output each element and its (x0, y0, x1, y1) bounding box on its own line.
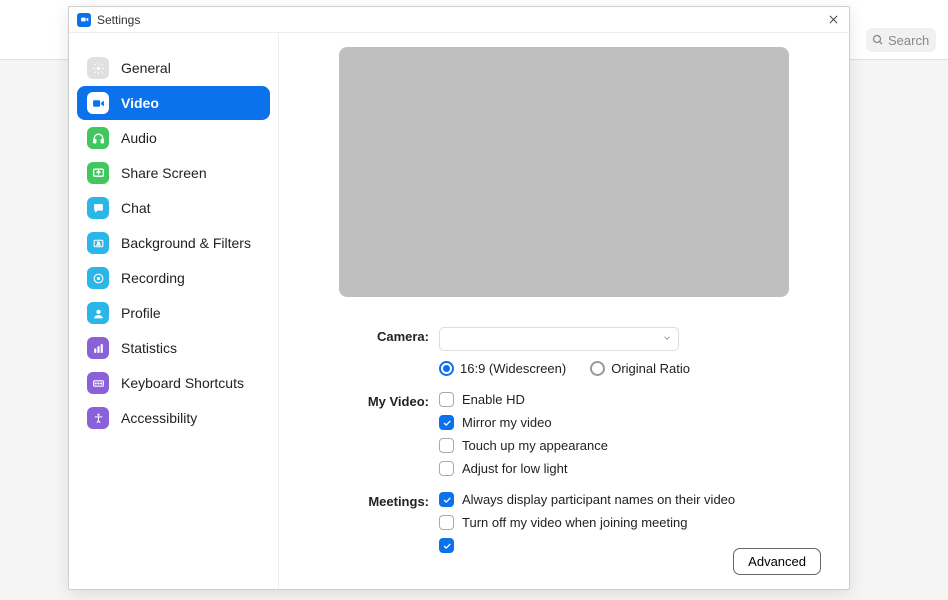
checkbox-label: Always display participant names on thei… (462, 492, 735, 507)
gear-icon (87, 57, 109, 79)
checkbox-mirror[interactable]: Mirror my video (439, 415, 821, 430)
sidebar-item-label: General (121, 60, 171, 76)
sidebar-item-label: Background & Filters (121, 235, 251, 251)
sidebar-item-label: Chat (121, 200, 151, 216)
radio-original[interactable]: Original Ratio (590, 361, 690, 376)
close-icon (828, 14, 839, 25)
sidebar-item-chat[interactable]: Chat (77, 191, 270, 225)
checkbox-icon (439, 538, 454, 553)
chevron-down-icon (662, 330, 672, 348)
checkbox-icon (439, 492, 454, 507)
content-pane: Camera: 16:9 (Widescreen) (279, 33, 849, 589)
sidebar-item-share-screen[interactable]: Share Screen (77, 156, 270, 190)
sidebar-item-label: Video (121, 95, 159, 111)
radio-label: 16:9 (Widescreen) (460, 361, 566, 376)
settings-sidebar: General Video Audio Share Screen (69, 33, 279, 589)
search-placeholder: Search (888, 33, 929, 48)
radio-label: Original Ratio (611, 361, 690, 376)
checkbox-icon (439, 461, 454, 476)
content-scroll[interactable]: Camera: 16:9 (Widescreen) (279, 33, 849, 589)
sidebar-item-label: Share Screen (121, 165, 207, 181)
radio-icon (590, 361, 605, 376)
sidebar-item-video[interactable]: Video (77, 86, 270, 120)
advanced-button[interactable]: Advanced (733, 548, 821, 575)
video-icon (87, 92, 109, 114)
share-screen-icon (87, 162, 109, 184)
radio-icon (439, 361, 454, 376)
sidebar-item-statistics[interactable]: Statistics (77, 331, 270, 365)
checkbox-touch-up[interactable]: Touch up my appearance (439, 438, 821, 453)
checkbox-enable-hd[interactable]: Enable HD (439, 392, 821, 407)
checkbox-label: Touch up my appearance (462, 438, 608, 453)
recording-icon (87, 267, 109, 289)
sidebar-item-keyboard-shortcuts[interactable]: Keyboard Shortcuts (77, 366, 270, 400)
checkbox-icon (439, 392, 454, 407)
profile-icon (87, 302, 109, 324)
statistics-icon (87, 337, 109, 359)
sidebar-item-label: Audio (121, 130, 157, 146)
checkbox-label: Adjust for low light (462, 461, 568, 476)
close-button[interactable] (825, 12, 841, 28)
chat-icon (87, 197, 109, 219)
sidebar-item-label: Recording (121, 270, 185, 286)
zoom-logo-icon (77, 13, 91, 27)
checkbox-icon (439, 438, 454, 453)
my-video-label: My Video: (307, 392, 439, 484)
camera-label: Camera: (307, 327, 439, 384)
sidebar-item-accessibility[interactable]: Accessibility (77, 401, 270, 435)
sidebar-item-recording[interactable]: Recording (77, 261, 270, 295)
camera-select[interactable] (439, 327, 679, 351)
radio-widescreen[interactable]: 16:9 (Widescreen) (439, 361, 566, 376)
search-icon (872, 34, 884, 46)
checkbox-low-light[interactable]: Adjust for low light (439, 461, 821, 476)
background-icon (87, 232, 109, 254)
checkbox-label: Turn off my video when joining meeting (462, 515, 687, 530)
sidebar-item-label: Accessibility (121, 410, 197, 426)
headphones-icon (87, 127, 109, 149)
checkbox-icon (439, 515, 454, 530)
sidebar-item-label: Statistics (121, 340, 177, 356)
sidebar-item-label: Profile (121, 305, 161, 321)
settings-dialog: Settings General Video Aud (68, 6, 850, 590)
window-title: Settings (97, 13, 825, 27)
sidebar-item-label: Keyboard Shortcuts (121, 375, 244, 391)
search-input[interactable]: Search (866, 28, 936, 52)
checkbox-label: Mirror my video (462, 415, 552, 430)
checkbox-display-names[interactable]: Always display participant names on thei… (439, 492, 821, 507)
sidebar-item-general[interactable]: General (77, 51, 270, 85)
accessibility-icon (87, 407, 109, 429)
sidebar-item-background-filters[interactable]: Background & Filters (77, 226, 270, 260)
title-bar: Settings (69, 7, 849, 33)
sidebar-item-audio[interactable]: Audio (77, 121, 270, 155)
checkbox-icon (439, 415, 454, 430)
keyboard-icon (87, 372, 109, 394)
sidebar-item-profile[interactable]: Profile (77, 296, 270, 330)
meetings-label: Meetings: (307, 492, 439, 561)
checkbox-label: Enable HD (462, 392, 525, 407)
checkbox-turn-off-video[interactable]: Turn off my video when joining meeting (439, 515, 821, 530)
video-preview (339, 47, 789, 297)
